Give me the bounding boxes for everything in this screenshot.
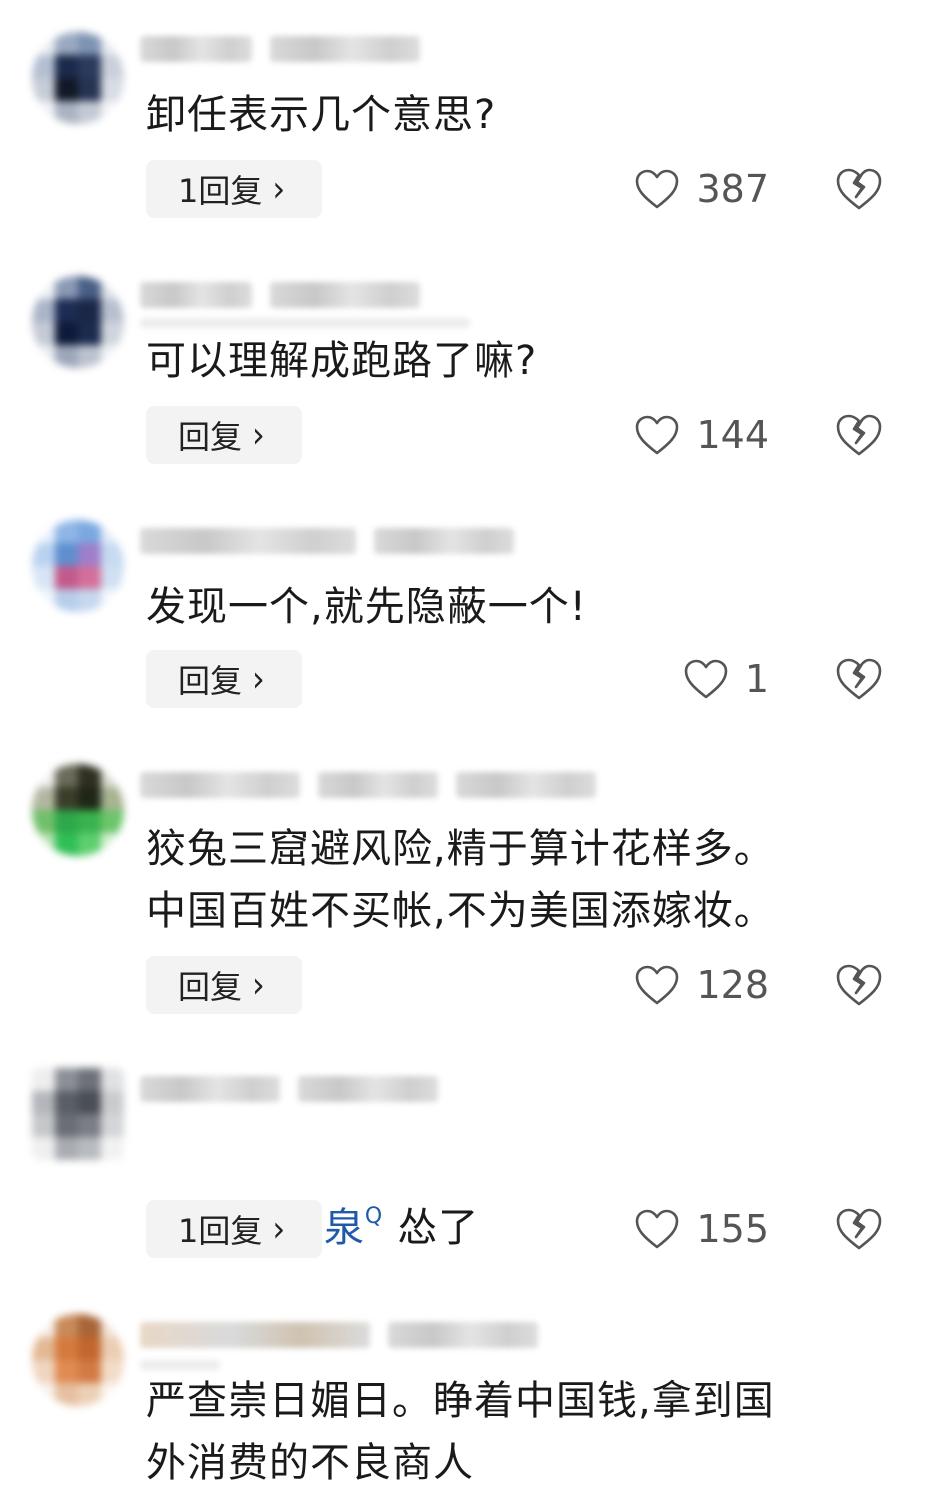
like-count: 1: [744, 657, 769, 701]
heart-icon: [636, 415, 679, 455]
avatar[interactable]: [32, 276, 124, 368]
chevron-right-icon: ›: [272, 1208, 286, 1250]
like-button[interactable]: 387: [634, 160, 769, 218]
heart-icon: [636, 1209, 679, 1249]
username-blurred[interactable]: [140, 278, 420, 312]
like-count: 387: [696, 167, 769, 211]
chevron-right-icon: ›: [252, 658, 265, 700]
chevron-right-icon: ›: [252, 964, 265, 1006]
comment-text-body: 怂了: [397, 1205, 480, 1251]
heart-icon: [636, 965, 679, 1005]
broken-heart-icon[interactable]: [834, 166, 884, 212]
broken-heart-icon[interactable]: [834, 962, 884, 1008]
avatar[interactable]: [32, 520, 124, 612]
chevron-right-icon: ›: [272, 168, 286, 210]
reply-label: 回复: [178, 418, 243, 456]
like-count: 128: [696, 963, 769, 1007]
like-count: 144: [696, 413, 769, 457]
like-count: 155: [696, 1207, 769, 1251]
username-blurred[interactable]: [140, 32, 420, 66]
avatar[interactable]: [32, 32, 124, 124]
heart-icon: [636, 169, 679, 209]
reply-button[interactable]: 回复 ›: [146, 650, 302, 708]
like-button[interactable]: 128: [634, 956, 769, 1014]
broken-heart-icon[interactable]: [834, 656, 884, 702]
like-button[interactable]: 155: [634, 1200, 769, 1258]
username-sub-blurred: [140, 1360, 220, 1370]
avatar[interactable]: [32, 1068, 124, 1160]
like-button[interactable]: 1: [683, 650, 769, 708]
username-sub-blurred: [140, 318, 470, 328]
avatar[interactable]: [32, 764, 124, 856]
broken-heart-icon[interactable]: [834, 412, 884, 458]
heart-icon: [684, 659, 728, 699]
comment-text: 卸任表示几个意思?: [146, 92, 497, 138]
comment-text: 可以理解成跑路了嘛?: [146, 338, 538, 384]
comment-text: 发现一个,就先隐蔽一个!: [146, 584, 587, 630]
username-blurred[interactable]: [140, 1072, 438, 1106]
broken-heart-icon[interactable]: [834, 1206, 884, 1252]
reply-label: 1回复: [178, 1212, 263, 1250]
reply-button[interactable]: 1回复 ›: [146, 160, 322, 218]
like-button[interactable]: 144: [634, 406, 769, 464]
username-blurred[interactable]: [140, 1318, 538, 1352]
chevron-right-icon: ›: [252, 414, 265, 456]
username-blurred[interactable]: [140, 524, 514, 558]
reply-button[interactable]: 回复 ›: [146, 406, 302, 464]
comment-text: 严查崇日媚日。睁着中国钱,拿到国 外消费的不良商人: [146, 1378, 775, 1486]
reply-label: 回复: [178, 968, 243, 1006]
reply-button[interactable]: 1回复 ›: [146, 1200, 322, 1258]
username-blurred[interactable]: [140, 768, 596, 802]
avatar[interactable]: [32, 1314, 124, 1406]
reply-label: 回复: [178, 662, 243, 700]
comment-text: 狡兔三窟避风险,精于算计花样多。 中国百姓不买帐,不为美国添嫁妆。: [146, 826, 775, 934]
search-icon[interactable]: Q: [365, 1204, 383, 1229]
reply-button[interactable]: 回复 ›: [146, 956, 302, 1014]
reply-label: 1回复: [178, 172, 263, 210]
